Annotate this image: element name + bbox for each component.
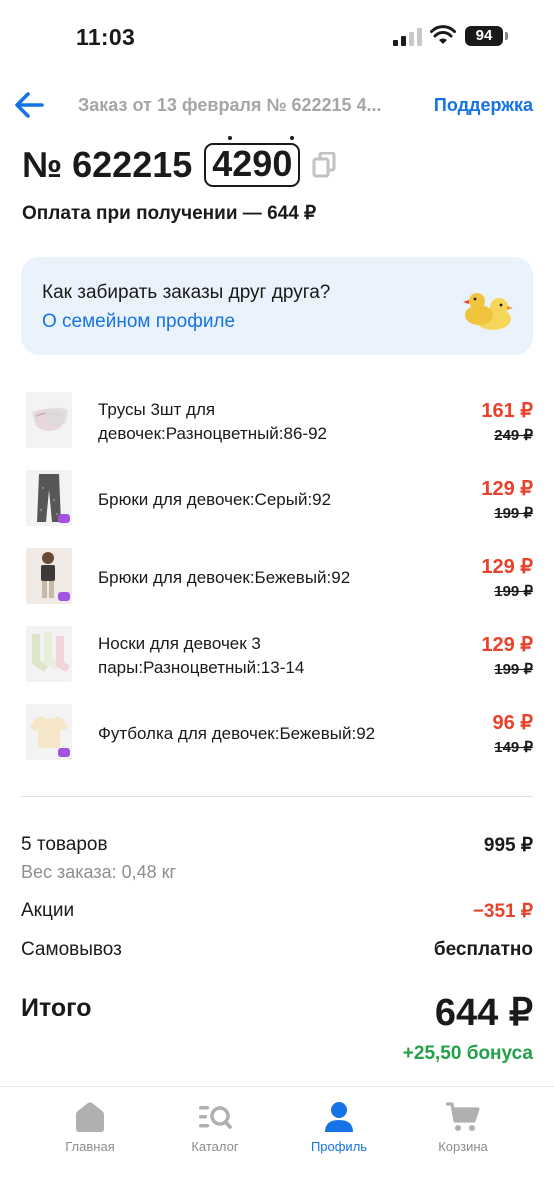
summary-items-row: 5 товаров 995 ₽ [21,834,533,860]
item-thumbnail [26,470,72,526]
items-count-label: 5 товаров [21,834,108,855]
bonus-points: +25,50 бонуса [402,1043,533,1064]
order-item[interactable]: Носки для девочек 3 пары:Разноцветный:13… [0,620,554,688]
item-old-price: 199 ₽ [494,661,533,678]
item-old-price: 199 ₽ [494,583,533,600]
item-thumbnail [26,626,72,682]
pants-image [26,470,72,526]
payment-info: Оплата при получении — 644 ₽ [22,203,317,224]
item-name: Носки для девочек 3 пары:Разноцветный:13… [98,634,305,677]
battery-indicator: 94 [465,26,503,46]
items-subtotal: 995 ₽ [483,835,533,856]
pickup-cost: бесплатно [433,939,533,960]
order-code-value: 4290 [212,143,293,184]
item-price: 129 ₽ [481,478,533,500]
item-old-price: 249 ₽ [494,427,533,444]
ducks-icon [463,293,513,330]
order-code: 4290 [204,136,301,187]
tab-cart-label: Корзина [438,1139,488,1154]
order-weight: Вес заказа: 0,48 кг [21,862,177,882]
pickup-label: Самовывоз [21,939,122,960]
total-label: Итого [21,994,92,1022]
item-thumbnail [26,392,72,448]
cart-icon [446,1102,480,1131]
tab-catalog-label: Каталог [191,1139,239,1154]
nav-title: Заказ от 13 февраля № 622215 4... [78,95,382,115]
socks-image [26,626,72,682]
item-name: Трусы 3шт для девочек:Разноцветный:86-92 [98,400,328,443]
status-bar: 11:03 94 [0,0,554,72]
item-name: Брюки для девочек:Серый:92 [98,490,332,509]
family-profile-banner[interactable]: Как забирать заказы друг друга? О семейн… [21,257,533,355]
code-dot [228,136,233,140]
wifi-icon [430,25,456,44]
family-profile-link[interactable]: О семейном профиле [42,311,235,333]
divider [21,796,533,797]
tab-profile-label: Профиль [310,1139,368,1154]
order-item[interactable]: Трусы 3шт для девочек:Разноцветный:86-92… [0,386,554,454]
item-old-price: 149 ₽ [494,739,533,756]
girl-outfit-image [26,548,72,604]
bottom-tab-bar: Главная Каталог Профиль Корзина [0,1086,554,1200]
nav-header: Заказ от 13 февраля № 622215 4... Поддер… [0,84,554,126]
promo-label: Акции [21,900,75,921]
cellular-signal-icon [393,28,422,46]
summary-promo-row: Акции −351 ₽ [21,900,533,926]
order-item[interactable]: Футболка для девочек:Бежевый:92 96 ₽ 149… [0,698,554,766]
tab-cart[interactable]: Корзина [413,1101,513,1157]
home-icon [76,1102,104,1132]
panties-image [26,392,72,448]
total-value: 644 ₽ [434,992,533,1034]
copy-icon[interactable] [312,152,336,178]
item-thumbnail [26,548,72,604]
promo-discount: −351 ₽ [472,901,533,922]
summary-pickup-row: Самовывоз бесплатно [21,939,533,965]
item-price: 96 ₽ [492,712,533,734]
support-link[interactable]: Поддержка [434,95,533,116]
item-thumbnail [26,704,72,760]
order-item[interactable]: Брюки для девочек:Серый:92 129 ₽ 199 ₽ [0,464,554,532]
profile-icon [325,1102,353,1132]
item-price: 161 ₽ [481,400,533,422]
order-number: № 622215 4290 [22,136,336,188]
item-price: 129 ₽ [481,556,533,578]
battery-tip [505,32,508,40]
status-time: 11:03 [76,24,136,50]
tshirt-image [26,704,72,760]
tab-home[interactable]: Главная [40,1101,140,1157]
order-number-label: № 622215 [22,144,193,185]
code-dot [290,136,295,140]
back-arrow-icon[interactable] [12,88,46,122]
order-item[interactable]: Брюки для девочек:Бежевый:92 129 ₽ 199 ₽ [0,542,554,610]
tab-profile[interactable]: Профиль [289,1101,389,1157]
item-old-price: 199 ₽ [494,505,533,522]
item-price: 129 ₽ [481,634,533,656]
item-name: Брюки для девочек:Бежевый:92 [98,568,351,587]
banner-title: Как забирать заказы друг друга? [42,282,331,303]
tab-catalog[interactable]: Каталог [165,1101,265,1157]
tab-home-label: Главная [65,1139,115,1154]
catalog-search-icon [199,1106,232,1129]
item-name: Футболка для девочек:Бежевый:92 [98,724,376,743]
